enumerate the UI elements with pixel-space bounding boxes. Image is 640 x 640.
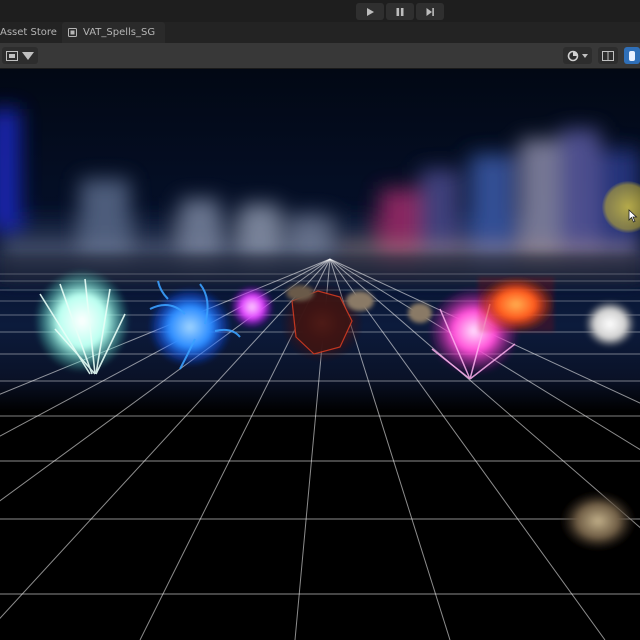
tab-scene[interactable]: VAT_Spells_SG (62, 22, 166, 43)
water-splash-effect (148, 280, 241, 370)
camera-toggle-button[interactable] (624, 47, 640, 64)
play-icon (367, 7, 374, 16)
camera-icon (629, 50, 635, 61)
step-button[interactable] (416, 3, 444, 20)
tab-asset-store[interactable]: Asset Store (0, 22, 65, 43)
mouse-cursor-icon (628, 209, 638, 223)
tab-scene-label: VAT_Spells_SG (83, 27, 156, 38)
tab-asset-store-label: Asset Store (0, 27, 57, 38)
editor-tab-bar: Asset Store VAT_Spells_SG (0, 22, 640, 43)
ice-burst-effect (34, 269, 130, 375)
scene-icon (68, 28, 77, 37)
fire-block-effect (478, 277, 554, 332)
draw-mode-icon (6, 50, 18, 61)
gizmos-dropdown[interactable] (563, 47, 592, 64)
pause-icon (396, 7, 404, 16)
step-icon (426, 7, 434, 16)
gizmos-icon (567, 50, 579, 61)
play-controls (356, 3, 444, 20)
city-skyline-backdrop (0, 109, 640, 279)
scene-render (0, 109, 640, 640)
play-toolbar (0, 0, 640, 23)
frost-ball-effect (584, 300, 636, 348)
draw-mode-dropdown[interactable] (2, 47, 38, 64)
toolbar-right-group (563, 47, 640, 64)
lava-rock-effect (280, 283, 432, 363)
arcane-orb-effect (230, 285, 274, 329)
play-button[interactable] (356, 3, 384, 20)
pause-button[interactable] (386, 3, 414, 20)
rock-debris-effect (560, 491, 636, 551)
chevron-down-icon (582, 53, 588, 58)
scene-toolbar (0, 43, 640, 69)
chevron-down-icon (22, 51, 34, 60)
grid-icon (602, 50, 614, 61)
scene-viewport[interactable] (0, 69, 640, 640)
grid-toggle-button[interactable] (598, 47, 618, 64)
